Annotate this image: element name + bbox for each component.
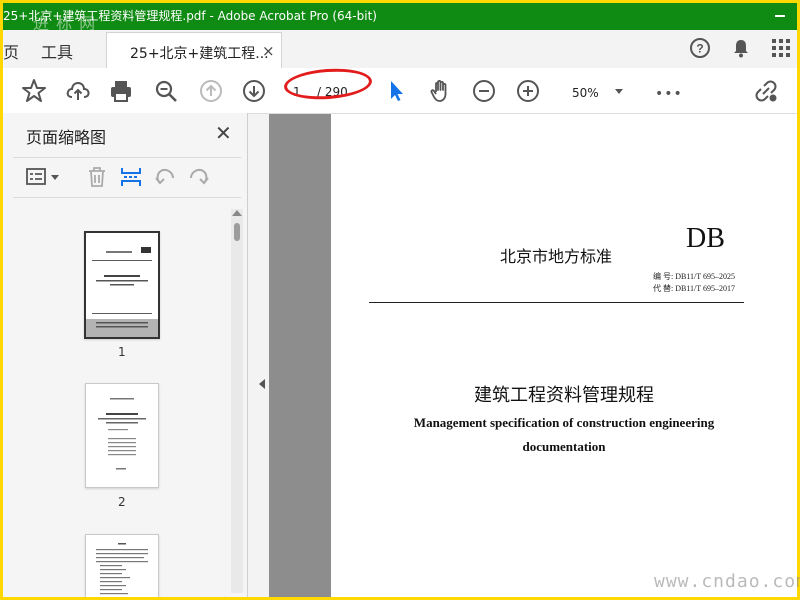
zoom-in-icon[interactable]	[515, 78, 541, 104]
doc-header: 北京市地方标准	[500, 247, 613, 266]
watermark-bottom-right: www.cndao.com	[654, 571, 800, 592]
chevron-down-icon[interactable]	[615, 89, 623, 94]
doc-db-badge: DB	[686, 223, 725, 254]
more-tools-icon[interactable]: •••	[655, 86, 682, 112]
tab-document[interactable]: 25+北京+建筑工程... ×	[106, 32, 282, 69]
doc-title-cn: 建筑工程资料管理规程	[474, 385, 654, 406]
cloud-upload-icon[interactable]	[65, 78, 91, 104]
zoom-out-icon[interactable]	[471, 78, 497, 104]
rotate-left-icon[interactable]	[153, 165, 177, 189]
thumbnail-scrollbar[interactable]	[231, 209, 243, 593]
doc-code-block: 编 号: DB11/T 695–2025 代 替: DB11/T 695–201…	[653, 271, 735, 295]
zoom-level-dropdown[interactable]: 50%	[572, 86, 599, 100]
thumbnail-label: 1	[118, 345, 126, 359]
share-link-icon[interactable]	[753, 78, 779, 104]
print-icon[interactable]	[108, 78, 134, 104]
tab-row: 页 工具 25+北京+建筑工程... × ?	[3, 30, 797, 69]
thumbnail-label: 2	[118, 495, 126, 509]
insert-page-icon[interactable]	[119, 165, 143, 189]
tab-home[interactable]: 页	[3, 39, 19, 63]
doc-title-en-2: documentation	[522, 439, 606, 454]
doc-title-en-1: Management specification of construction…	[413, 415, 715, 430]
main-toolbar: 1 / 290 50% •••	[3, 68, 797, 114]
help-icon[interactable]: ?	[689, 37, 711, 63]
code-value: DB11/T 695–2025	[675, 272, 736, 281]
tab-document-label: 25+北京+建筑工程...	[130, 46, 269, 62]
scroll-up-icon[interactable]	[232, 210, 242, 216]
bell-icon[interactable]	[730, 37, 752, 63]
tab-close-button[interactable]: ×	[262, 42, 275, 60]
thumbnail-pane: 页面缩略图 ✕ 1 2	[3, 113, 248, 597]
replace-value: DB11/T 695–2017	[675, 284, 736, 293]
collapse-pane-icon[interactable]	[259, 379, 265, 389]
zoom-out-search-icon[interactable]	[153, 78, 179, 104]
acrobat-window: 25+北京+建筑工程资料管理规程.pdf - Adobe Acrobat Pro…	[3, 3, 797, 597]
rotate-right-icon[interactable]	[187, 165, 211, 189]
pane-title: 页面缩略图	[26, 128, 107, 147]
thumbnail-page-3[interactable]	[85, 534, 159, 597]
minimize-button[interactable]	[775, 15, 785, 17]
watermark-top-left: 进 标 网	[33, 14, 97, 33]
pdf-page: 北京市地方标准 DB 编 号: DB11/T 695–2025 代 替: DB1…	[331, 114, 797, 597]
svg-text:?: ?	[696, 42, 703, 56]
apps-grid-icon[interactable]	[770, 37, 792, 63]
scrollbar-thumb[interactable]	[234, 223, 240, 241]
thumbnail-page-2[interactable]	[85, 383, 159, 488]
header-rule	[369, 302, 744, 303]
thumbnail-options-icon[interactable]	[25, 165, 59, 189]
divider	[13, 197, 241, 198]
thumbnail-page-1[interactable]	[84, 231, 160, 339]
hand-tool-icon[interactable]	[428, 78, 454, 104]
select-cursor-icon[interactable]	[383, 78, 409, 104]
divider	[13, 157, 241, 158]
replace-label: 代 替:	[653, 284, 674, 293]
page-up-icon[interactable]	[198, 78, 224, 104]
code-label: 编 号:	[653, 272, 674, 281]
trash-icon[interactable]	[85, 165, 109, 189]
star-icon[interactable]	[21, 78, 47, 104]
page-down-icon[interactable]	[241, 78, 267, 104]
tab-tools[interactable]: 工具	[41, 39, 73, 63]
title-bar: 25+北京+建筑工程资料管理规程.pdf - Adobe Acrobat Pro…	[3, 3, 797, 30]
pane-close-button[interactable]: ✕	[215, 121, 232, 145]
